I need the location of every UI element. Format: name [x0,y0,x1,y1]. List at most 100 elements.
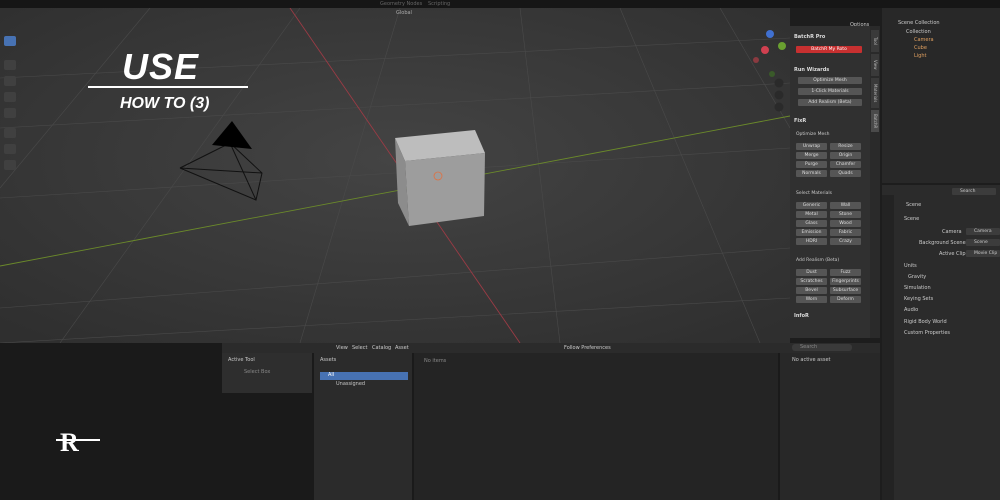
viewport-grid [0,8,790,343]
fixr-header[interactable]: FixR [794,118,806,124]
logo-bar [56,439,100,441]
properties-tab-bar [882,195,894,500]
panel-rigid-body-world[interactable]: Rigid Body World [904,319,947,325]
tab-materials[interactable]: Materials [871,78,879,108]
realism-dust-button[interactable]: Dust [796,269,827,276]
infor-header[interactable]: InfoR [794,313,809,319]
merge-button[interactable]: Merge [796,152,827,159]
realism-subsurface-button[interactable]: Subsurface [830,287,861,294]
annotate-tool-icon[interactable] [4,128,16,138]
no-active-asset-text: No active asset [792,357,831,363]
wizard-realism-button[interactable]: Add Realism (Beta) [798,99,862,106]
resize-button[interactable]: Resize [830,143,861,150]
wizard-materials-button[interactable]: 1-Click Materials [798,88,862,95]
overlay-divider [88,86,248,88]
menu-asset[interactable]: Asset [395,345,409,351]
cursor-tool-icon[interactable] [4,60,16,70]
origin-button[interactable]: Origin [830,152,861,159]
outliner-item-camera[interactable]: Camera [914,37,934,43]
realism-deform-button[interactable]: Deform [830,296,861,303]
tab-batchr[interactable]: BatchR [871,110,879,132]
material-emission-button[interactable]: Emission [796,229,827,236]
panel-keying-sets[interactable]: Keying Sets [904,296,933,302]
active-tool-name: Select Box [244,369,271,375]
asset-browser-header: View Select Catalog Asset Follow Prefere… [222,343,880,353]
transform-orientation[interactable]: Global [396,10,412,16]
select-tool-icon[interactable] [4,36,16,46]
viewport-header: Global Options [380,8,869,28]
no-items-text: No items [424,358,447,364]
outliner-item-light[interactable]: Light [914,53,926,59]
prop-bg-scene-label: Background Scene [919,240,966,246]
panel-custom-properties[interactable]: Custom Properties [904,330,950,336]
menu-select[interactable]: Select [352,345,367,351]
move-tool-icon[interactable] [4,76,16,86]
catalog-all[interactable]: All [320,372,408,380]
measure-tool-icon[interactable] [4,144,16,154]
panel-simulation[interactable]: Simulation [904,285,931,291]
purge-button[interactable]: Purge [796,161,827,168]
add-cube-tool-icon[interactable] [4,160,16,170]
active-tool-panel: Active Tool Select Box [222,353,312,393]
optimize-mesh-label: Optimize Mesh [796,132,830,137]
prop-bg-scene-field[interactable]: Scene [966,239,1000,246]
overlay-subtitle: HOW TO (3) [120,95,210,112]
asset-details: No active asset [780,353,880,500]
tab-tool[interactable]: Tool [871,30,879,52]
properties-editor: Search Scene Scene Camera Camera Backgro… [882,185,1000,500]
rotate-tool-icon[interactable] [4,92,16,102]
active-tool-title: Active Tool [228,357,255,363]
unwrap-button[interactable]: Unwrap [796,143,827,150]
material-metal-button[interactable]: Metal [796,211,827,218]
3d-viewport[interactable] [0,8,790,343]
panel-audio[interactable]: Audio [904,307,918,313]
outliner-collection[interactable]: Collection [906,29,931,35]
menu-catalog[interactable]: Catalog [372,345,391,351]
material-stone-button[interactable]: Stone [830,211,861,218]
run-wizards-header: Run Wizards [794,67,830,73]
normals-button[interactable]: Normals [796,170,827,177]
realism-fuzz-button[interactable]: Fuzz [830,269,861,276]
prop-active-clip-label: Active Clip [939,251,966,257]
add-realism-label: Add Realism (Beta) [796,258,840,263]
material-generic-button[interactable]: Generic [796,202,827,209]
material-hdri-button[interactable]: HDRI [796,238,827,245]
tab-geometry-nodes[interactable]: Geometry Nodes [380,1,422,7]
asset-search-input[interactable]: Search [792,344,852,351]
props-section-scene[interactable]: Scene [904,216,919,222]
realism-scratches-button[interactable]: Scratches [796,278,827,285]
prop-camera-field[interactable]: Camera [966,228,1000,235]
catalog-unassigned[interactable]: Unassigned [336,381,365,387]
scale-tool-icon[interactable] [4,108,16,118]
assets-label: Assets [320,357,337,363]
tab-view[interactable]: View [871,54,879,76]
props-context: Scene [906,202,922,208]
quads-button[interactable]: Quads [830,170,861,177]
material-wood-button[interactable]: Wood [830,220,861,227]
panel-units[interactable]: Units [904,263,917,269]
asset-catalogs: Assets All Unassigned [314,353,412,500]
asset-grid: No items [414,353,778,500]
material-glass-button[interactable]: Glass [796,220,827,227]
realism-bevel-button[interactable]: Bevel [796,287,827,294]
tab-scripting[interactable]: Scripting [428,1,450,7]
outliner: Scene Collection Collection Camera Cube … [882,8,1000,183]
cube-object [395,130,485,226]
outliner-scene-collection[interactable]: Scene Collection [898,20,940,26]
batchr-main-button[interactable]: BatchR My Roto [796,46,862,53]
realism-fingerprints-button[interactable]: Fingerprints [830,278,861,285]
menu-view[interactable]: View [336,345,348,351]
library-dropdown[interactable]: Follow Preferences [564,345,611,351]
realism-worn-button[interactable]: Worn [796,296,827,303]
select-materials-label: Select Materials [796,191,832,196]
material-crazy-button[interactable]: Crazy [830,238,861,245]
props-search-input[interactable]: Search [952,188,996,195]
outliner-item-cube[interactable]: Cube [914,45,927,51]
prop-active-clip-field[interactable]: Movie Clip [966,250,1000,257]
material-fabric-button[interactable]: Fabric [830,229,861,236]
material-wall-button[interactable]: Wall [830,202,861,209]
panel-gravity[interactable]: Gravity [908,274,926,280]
chamfer-button[interactable]: Chamfer [830,161,861,168]
wizard-optimize-mesh-button[interactable]: Optimize Mesh [798,77,862,84]
batchr-sidebar-panel: BatchR Pro BatchR My Roto Run Wizards Op… [790,26,870,338]
